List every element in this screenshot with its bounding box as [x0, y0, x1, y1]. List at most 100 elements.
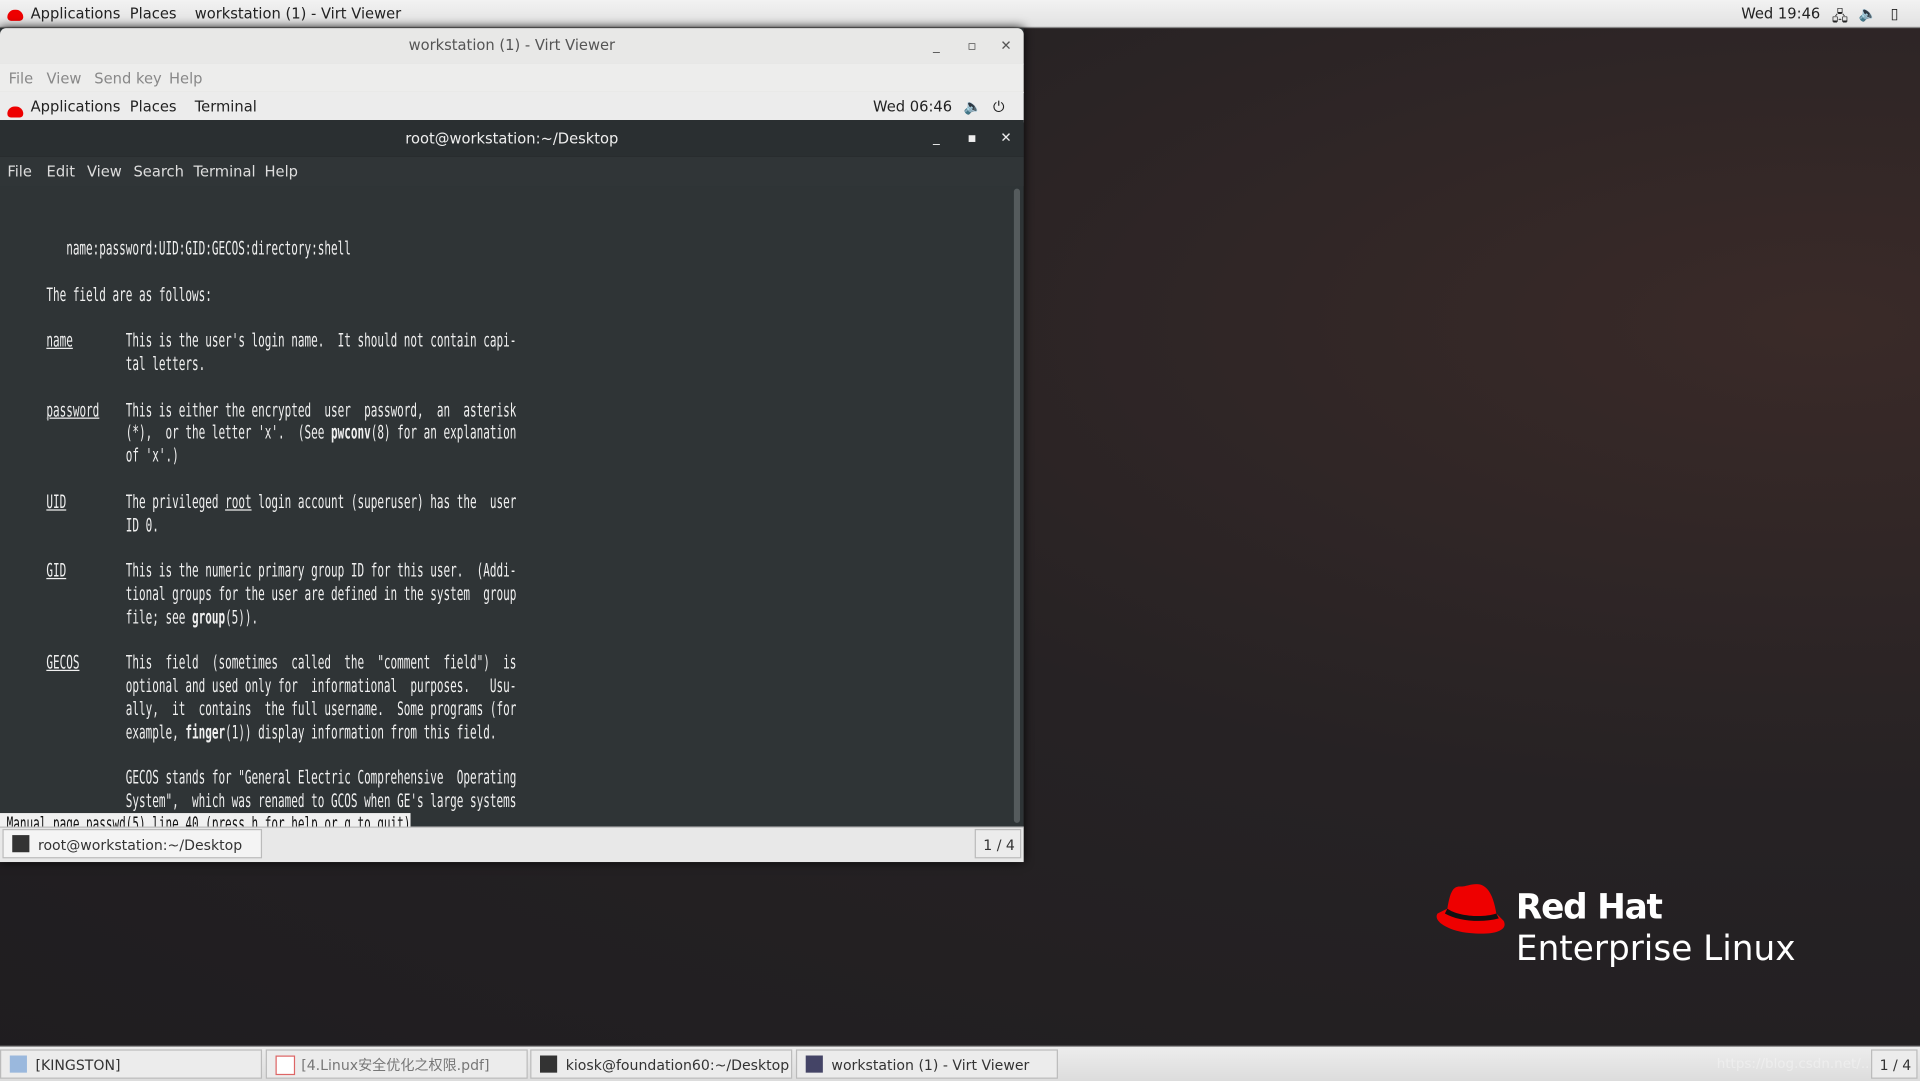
logo-line1: Red Hat [1515, 886, 1663, 927]
virt-viewer-titlebar: workstation (1) - Virt Viewer _ ▫ ✕ [0, 28, 1024, 65]
terminal-scrollbar[interactable] [1013, 188, 1021, 823]
virt-viewer-window: workstation (1) - Virt Viewer _ ▫ ✕ File… [0, 28, 1024, 863]
volume-icon[interactable]: 🔈 [1859, 5, 1877, 22]
terminal-line: GID This is the numeric primary group ID… [0, 560, 516, 582]
terminal-line: of 'x'.) [0, 445, 179, 467]
text-segment [0, 652, 46, 674]
terminal-title: root@workstation:~/Desktop [405, 129, 619, 147]
taskbar-item-virt-viewer[interactable]: workstation (1) - Virt Viewer [795, 1049, 1058, 1079]
terminal-line: file; see group(5)). [0, 606, 258, 628]
maximize-icon[interactable]: ▪ [967, 120, 976, 157]
underlined-term: password [46, 398, 100, 421]
text-segment: of 'x'.) [0, 444, 179, 467]
terminal-icon [540, 1055, 558, 1073]
redhat-hat-icon [1436, 884, 1505, 934]
guest-applications-menu[interactable]: Applications [31, 98, 121, 115]
text-segment [0, 491, 46, 513]
text-segment: This is the user's login name. It should… [72, 329, 517, 352]
terminal-line: password This is either the encrypted us… [0, 399, 516, 421]
bold-term: pwconv [330, 421, 371, 444]
text-segment: The privileged [66, 490, 226, 513]
applications-menu[interactable]: Applications [31, 5, 121, 22]
text-segment: (5)). [225, 605, 259, 628]
guest-places-menu[interactable]: Places [130, 98, 177, 115]
taskbar-label: [4.Linux安全优化之权限.pdf] [301, 1056, 490, 1074]
battery-icon[interactable]: ▯ [1891, 5, 1899, 22]
watermark: https://blog.csdn.net/... [1716, 1055, 1874, 1072]
host-top-bar: Applications Places workstation (1) - Vi… [0, 0, 1920, 31]
terminal-line: name:password:UID:GID:GECOS:directory:sh… [0, 238, 351, 260]
underlined-term: name [46, 329, 73, 352]
desktop: Applications Places workstation (1) - Vi… [0, 0, 1920, 1081]
terminal-output[interactable]: name:password:UID:GID:GECOS:directory:sh… [0, 186, 1012, 836]
text-segment: example, [0, 720, 186, 744]
bold-term: finger [185, 720, 226, 744]
clock[interactable]: Wed 19:46 [1741, 5, 1820, 22]
taskbar-label: [KINGSTON] [35, 1056, 121, 1074]
text-segment [0, 560, 46, 582]
terminal-line: UID The privileged root login account (s… [0, 491, 516, 513]
text-segment: (1)) display information from this field… [225, 720, 497, 744]
underlined-term: GID [46, 559, 67, 582]
guest-taskbar-label: root@workstation:~/Desktop [37, 836, 243, 854]
menu-send-key[interactable]: Send key [94, 70, 161, 87]
terminal-menu-search[interactable]: Search [133, 163, 183, 180]
redhat-icon [7, 7, 24, 24]
terminal-icon [12, 835, 30, 853]
menu-help[interactable]: Help [169, 70, 203, 87]
text-segment [0, 330, 46, 352]
close-icon[interactable]: ✕ [1000, 28, 1011, 64]
terminal-menu-edit[interactable]: Edit [47, 163, 75, 180]
close-icon[interactable]: ✕ [1000, 120, 1011, 157]
virt-viewer-menubar: File View Send key Help [0, 63, 1024, 94]
guest-taskbar-terminal[interactable]: root@workstation:~/Desktop [2, 828, 263, 859]
menu-file[interactable]: File [9, 70, 34, 87]
text-segment: tal letters. [0, 352, 206, 375]
terminal-line: ID 0. [0, 514, 159, 536]
active-window-menu[interactable]: workstation (1) - Virt Viewer [195, 5, 401, 22]
text-segment: file; see [0, 605, 192, 628]
terminal-menu-file[interactable]: File [7, 163, 32, 180]
text-segment: tional groups for the user are defined i… [0, 582, 517, 605]
text-segment: This is the numeric primary group ID for… [66, 559, 517, 582]
guest-top-bar: Applications Places Terminal Wed 06:46 🔈… [0, 91, 1024, 123]
bold-term: group [191, 605, 226, 628]
terminal-line: GECOS This field (sometimes called the "… [0, 652, 516, 674]
text-segment [0, 399, 46, 421]
text-segment: login account (superuser) has the user [251, 490, 517, 513]
text-segment: (*), or the letter 'x'. (See [0, 421, 331, 444]
text-segment: ally, it contains the full username. Som… [0, 697, 517, 721]
network-icon[interactable]: 🖧 [1832, 5, 1848, 31]
terminal-line: (*), or the letter 'x'. (See pwconv(8) f… [0, 421, 517, 444]
host-taskbar: [KINGSTON] [4.Linux安全优化之权限.pdf] kiosk@fo… [0, 1045, 1920, 1081]
workspace-switcher[interactable]: 1 / 4 [1871, 1049, 1918, 1079]
redhat-logo: Red Hat Enterprise Linux [1433, 882, 1796, 969]
volume-icon[interactable]: 🔈 [964, 98, 982, 115]
taskbar-item-pdf[interactable]: [4.Linux安全优化之权限.pdf] [265, 1049, 528, 1079]
workspace-switcher[interactable]: 1 / 4 [974, 828, 1022, 859]
maximize-icon[interactable]: ▫ [967, 28, 976, 64]
terminal-line: ally, it contains the full username. Som… [0, 697, 517, 721]
taskbar-item-kiosk-terminal[interactable]: kiosk@foundation60:~/Desktop [530, 1049, 793, 1079]
places-menu[interactable]: Places [130, 5, 177, 22]
taskbar-item-kingston[interactable]: [KINGSTON] [0, 1049, 263, 1079]
terminal-menubar: File Edit View Search Terminal Help [0, 156, 1024, 187]
minimize-icon[interactable]: _ [933, 28, 940, 64]
terminal-line: System", which was renamed to GCOS when … [0, 790, 517, 813]
terminal-menu-view[interactable]: View [87, 163, 122, 180]
terminal-line: optional and used only for informational… [0, 674, 517, 697]
terminal-line: example, finger(1)) display information … [0, 720, 497, 744]
guest-taskbar: root@workstation:~/Desktop 1 / 4 [0, 826, 1024, 863]
terminal-line: GECOS stands for "General Electric Compr… [0, 767, 517, 789]
text-segment: The field are as follows: [0, 283, 212, 306]
terminal-menu-help[interactable]: Help [264, 163, 298, 180]
terminal-menu-terminal[interactable]: Terminal [193, 163, 255, 180]
guest-clock[interactable]: Wed 06:46 [873, 98, 952, 115]
guest-terminal-menu[interactable]: Terminal [195, 98, 257, 115]
power-icon[interactable]: ⏻ [993, 98, 1005, 116]
text-segment: System", which was renamed to GCOS when … [0, 790, 517, 813]
text-segment: optional and used only for informational… [0, 674, 517, 697]
menu-view[interactable]: View [47, 70, 82, 87]
pdf-icon [275, 1055, 296, 1076]
minimize-icon[interactable]: _ [933, 120, 940, 157]
